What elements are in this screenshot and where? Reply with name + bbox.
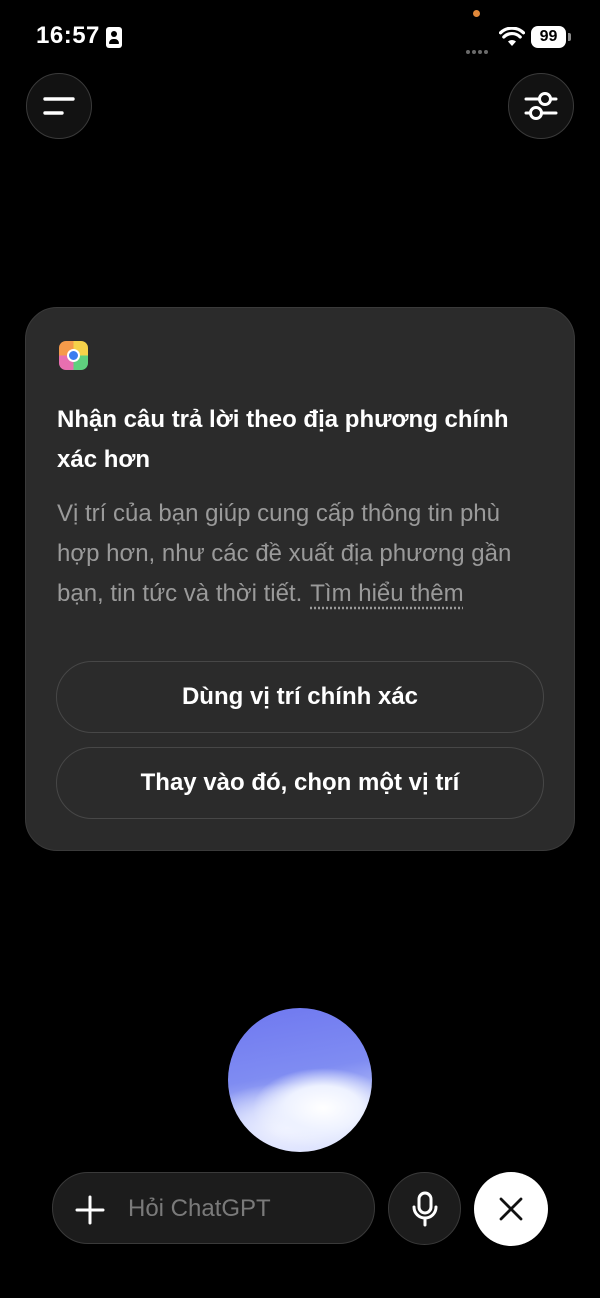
close-icon	[499, 1197, 523, 1221]
location-app-icon	[59, 341, 88, 370]
privacy-indicator-dot	[473, 10, 480, 17]
person-id-icon	[106, 27, 122, 48]
choose-location-button[interactable]: Thay vào đó, chọn một vị trí	[56, 747, 544, 819]
menu-icon	[43, 97, 75, 115]
card-title: Nhận câu trả lời theo địa phương chính x…	[57, 406, 509, 473]
battery-icon: 99	[531, 26, 571, 48]
microphone-button[interactable]	[388, 1172, 461, 1245]
voice-mode-screen: 16:57 99 Nhận câu trả lời theo địa phươn…	[0, 0, 600, 1298]
use-precise-location-button[interactable]: Dùng vị trí chính xác	[56, 661, 544, 733]
plus-icon[interactable]	[75, 1195, 105, 1225]
settings-button[interactable]	[508, 73, 574, 139]
close-button[interactable]	[474, 1172, 548, 1246]
sliders-icon	[524, 92, 558, 120]
card-description: Vị trí của bạn giúp cung cấp thông tin p…	[57, 494, 549, 614]
location-permission-card: Nhận câu trả lời theo địa phương chính x…	[25, 307, 575, 851]
wifi-icon	[498, 26, 526, 52]
ask-chatgpt-input[interactable]: Hỏi ChatGPT	[52, 1172, 375, 1244]
status-time: 16:57	[36, 22, 100, 49]
voice-orb[interactable]	[228, 1008, 372, 1152]
microphone-icon	[412, 1191, 437, 1226]
menu-button[interactable]	[26, 73, 92, 139]
signal-icon	[466, 41, 490, 59]
learn-more-link[interactable]: Tìm hiểu thêm	[310, 580, 463, 607]
ask-input-placeholder: Hỏi ChatGPT	[128, 1195, 271, 1222]
